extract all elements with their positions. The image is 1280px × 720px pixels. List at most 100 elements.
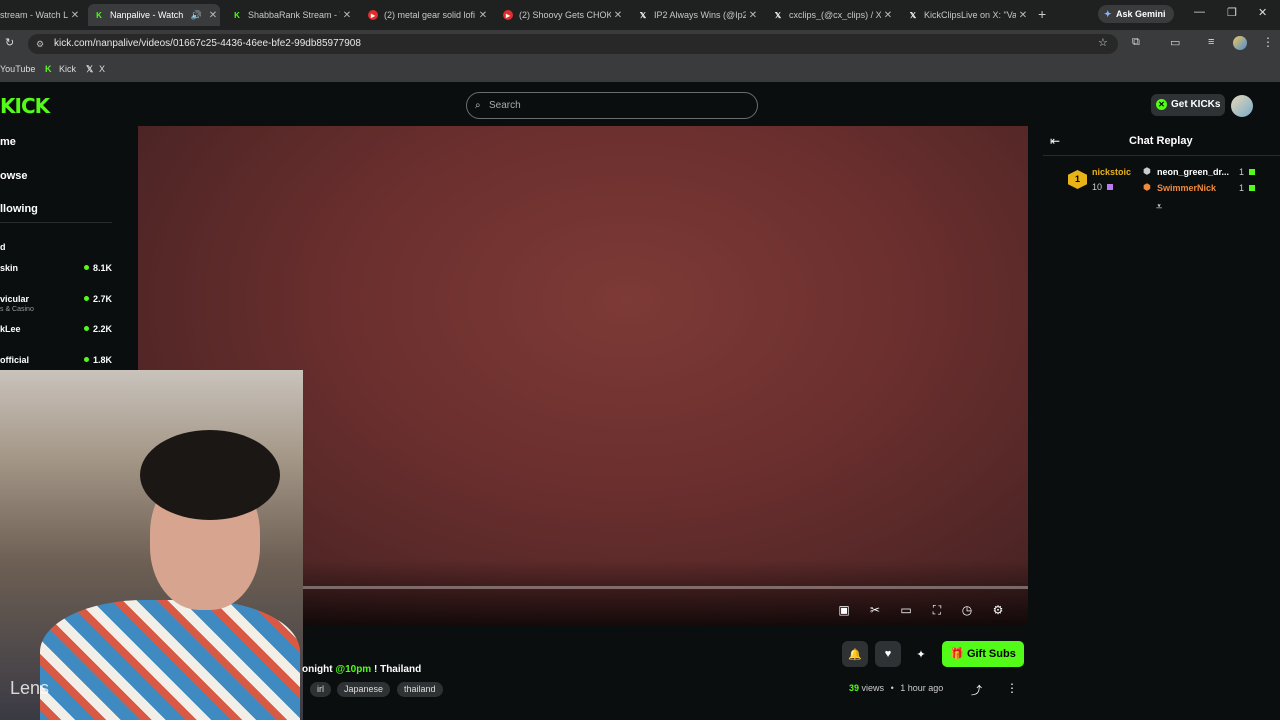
user-badge-icon: ⬢ bbox=[1143, 166, 1151, 176]
title-text: onight bbox=[302, 664, 336, 675]
close-icon[interactable]: ✕ bbox=[340, 10, 354, 21]
tab-label: Nanpalive - Watch bbox=[110, 10, 184, 20]
reload-icon[interactable]: ↻ bbox=[5, 36, 14, 49]
camera-watermark: Lens bbox=[10, 678, 50, 698]
bookmarks-bar: YouTube K Kick 𝕏 X bbox=[0, 58, 1280, 82]
site-info-icon[interactable]: ⚙ bbox=[36, 34, 44, 54]
search-placeholder: Search bbox=[489, 100, 521, 111]
bookmark-x[interactable]: X bbox=[99, 64, 105, 74]
playback-speed-icon[interactable]: ◷ bbox=[959, 602, 975, 618]
sidebar-channel[interactable]: official 1.8K bbox=[0, 355, 112, 365]
chat-title: Chat Replay bbox=[1129, 135, 1193, 147]
viewer-count: 2.2K bbox=[84, 324, 112, 334]
sparkle-icon: ✦ bbox=[916, 648, 926, 661]
video-tag[interactable]: thailand bbox=[397, 682, 443, 697]
webcam-shirt bbox=[40, 600, 300, 720]
close-window-button[interactable]: ✕ bbox=[1258, 6, 1267, 19]
bookmark-kick[interactable]: Kick bbox=[59, 64, 76, 74]
leaderboard-name[interactable]: neon_green_dr... bbox=[1157, 167, 1229, 177]
browser-tab[interactable]: ▸ (2) Shoovy Gets CHOK ✕ bbox=[499, 4, 625, 26]
close-icon[interactable]: ✕ bbox=[746, 10, 760, 21]
close-icon[interactable]: ✕ bbox=[476, 10, 490, 21]
leaderboard-name[interactable]: SwimmerNick bbox=[1157, 183, 1216, 193]
tab-label: KickClipsLive on X: "Va bbox=[924, 10, 1016, 20]
close-icon[interactable]: ✕ bbox=[611, 10, 625, 21]
gift-subs-button[interactable]: 🎁 Gift Subs bbox=[942, 641, 1024, 667]
reading-list-icon[interactable]: ≡ bbox=[1208, 36, 1214, 48]
profile-icon[interactable] bbox=[1233, 36, 1247, 50]
x-icon: 𝕏 bbox=[909, 10, 917, 20]
kick-logo[interactable]: KICK bbox=[0, 94, 50, 118]
close-icon[interactable]: ✕ bbox=[881, 10, 895, 21]
close-icon[interactable]: ✕ bbox=[68, 10, 82, 21]
sparkle-button[interactable]: ✦ bbox=[908, 641, 934, 667]
browser-tab-active[interactable]: K Nanpalive - Watch 🔊 ✕ bbox=[88, 4, 220, 26]
youtube-icon: ▸ bbox=[503, 10, 513, 20]
sidebar-channel[interactable]: kLee 2.2K bbox=[0, 324, 112, 334]
channel-name: vicular bbox=[0, 294, 30, 304]
youtube-icon: ▸ bbox=[368, 10, 378, 20]
heart-icon: ♥ bbox=[884, 648, 892, 660]
sidebar-nav-browse[interactable]: owse bbox=[0, 170, 28, 182]
restore-button[interactable]: ❐ bbox=[1227, 6, 1237, 19]
video-progress-bar[interactable] bbox=[302, 586, 1028, 589]
fullscreen-icon[interactable]: ⛶ bbox=[929, 602, 945, 618]
tab-label: (2) metal gear solid lofi bbox=[384, 10, 476, 20]
miniplayer-icon[interactable]: ▣ bbox=[836, 602, 852, 618]
bookmark-star-icon[interactable]: ☆ bbox=[1098, 36, 1108, 49]
title-text: ! Thailand bbox=[371, 664, 422, 675]
minimize-button[interactable]: — bbox=[1194, 6, 1205, 18]
browser-tab[interactable]: stream - Watch L ✕ bbox=[0, 4, 82, 26]
get-kicks-label: Get KICKs bbox=[1171, 99, 1221, 110]
address-bar[interactable]: ⚙ kick.com/nanpalive/videos/01667c25-443… bbox=[28, 34, 1118, 54]
expand-leaderboard-icon[interactable]: ⩡ bbox=[1156, 201, 1162, 214]
browser-tab[interactable]: 𝕏 IP2 Always Wins (@Ip2 ✕ bbox=[634, 4, 760, 26]
leaderboard-count: 1 bbox=[1239, 167, 1255, 177]
user-avatar[interactable] bbox=[1231, 95, 1253, 117]
leaderboard-name[interactable]: nickstoic bbox=[1092, 167, 1131, 177]
share-icon[interactable]: ⤴ bbox=[971, 682, 982, 698]
url-text: kick.com/nanpalive/videos/01667c25-4436-… bbox=[54, 38, 361, 49]
sidebar-channel[interactable]: skin 8.1K bbox=[0, 263, 112, 273]
browser-tab[interactable]: K ShabbaRank Stream - V ✕ bbox=[228, 4, 354, 26]
browser-tab[interactable]: ▸ (2) metal gear solid lofi ✕ bbox=[364, 4, 490, 26]
sidebar-nav-following[interactable]: llowing bbox=[0, 203, 38, 215]
kick-icon: K bbox=[234, 10, 240, 20]
user-badge-icon: ⬢ bbox=[1143, 182, 1151, 192]
sidebar-channel[interactable]: vicular s & Casino 2.7K bbox=[0, 294, 112, 313]
tab-label: stream - Watch L bbox=[0, 10, 68, 20]
video-tag[interactable]: Japanese bbox=[337, 682, 391, 697]
bell-icon: 🔔 bbox=[848, 648, 862, 661]
time-ago: 1 hour ago bbox=[900, 683, 944, 693]
close-icon[interactable]: ✕ bbox=[206, 10, 220, 21]
collapse-chat-icon[interactable]: ⇤ bbox=[1050, 134, 1060, 148]
settings-icon[interactable]: ⚙ bbox=[990, 602, 1006, 618]
video-title: onight @10pm ! Thailand bbox=[302, 664, 421, 675]
webcam-hair bbox=[140, 430, 280, 520]
extensions-icon[interactable]: ⧉ bbox=[1132, 36, 1140, 49]
get-kicks-button[interactable]: ✕ Get KICKs bbox=[1151, 94, 1225, 116]
browser-tab[interactable]: 𝕏 cxclips_(@cx_clips) / X ✕ bbox=[769, 4, 895, 26]
search-input[interactable]: ⌕ Search bbox=[466, 92, 758, 119]
viewer-count: 8.1K bbox=[84, 263, 112, 273]
theater-mode-icon[interactable]: ▭ bbox=[898, 602, 914, 618]
new-tab-button[interactable]: + bbox=[1038, 6, 1046, 22]
sub-gift-icon bbox=[1248, 185, 1255, 191]
close-icon[interactable]: ✕ bbox=[1016, 10, 1030, 21]
tab-label: IP2 Always Wins (@Ip2 bbox=[654, 10, 746, 20]
title-highlight: @10pm bbox=[335, 664, 372, 675]
follow-button[interactable]: ♥ bbox=[875, 641, 901, 667]
bookmark-youtube[interactable]: YouTube bbox=[0, 64, 35, 74]
x-icon: 𝕏 bbox=[774, 10, 782, 20]
clip-icon[interactable]: ✂ bbox=[867, 602, 883, 618]
more-options-icon[interactable]: ⋮ bbox=[1006, 681, 1018, 695]
video-tag[interactable]: irl bbox=[310, 682, 331, 697]
menu-icon[interactable]: ⋮ bbox=[1262, 35, 1274, 49]
notification-bell-button[interactable]: 🔔 bbox=[842, 641, 868, 667]
sub-gift-icon bbox=[1248, 169, 1255, 175]
sidebar-nav-home[interactable]: me bbox=[0, 136, 16, 148]
ask-gemini-button[interactable]: ✦ Ask Gemini bbox=[1098, 5, 1174, 23]
tab-search-icon[interactable]: ▭ bbox=[1170, 36, 1180, 49]
speaker-icon[interactable]: 🔊 bbox=[191, 10, 202, 21]
browser-tab[interactable]: 𝕏 KickClipsLive on X: "Va ✕ bbox=[904, 4, 1030, 26]
